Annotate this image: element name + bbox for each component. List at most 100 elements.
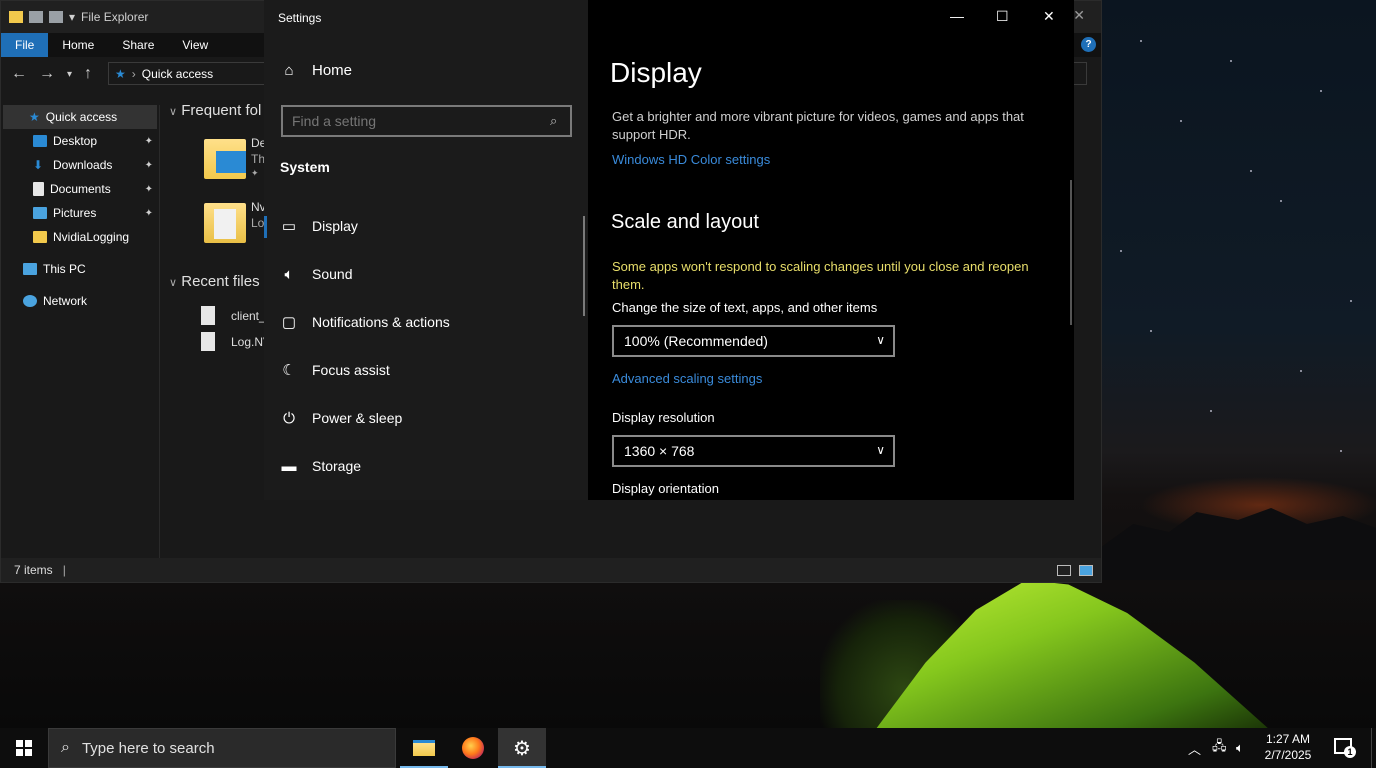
- settings-nav-storage[interactable]: ▬ Storage: [264, 442, 584, 490]
- nav-label: Sound: [312, 266, 353, 282]
- settings-window: Settings ⌂ Home ⌕ System ▭ Display 🔈︎ So…: [264, 0, 1074, 500]
- tab-view[interactable]: View: [168, 33, 222, 57]
- chevron-down-icon: ∨: [169, 277, 178, 289]
- home-label: Home: [312, 62, 353, 79]
- folder-location: Th: [251, 152, 266, 166]
- nav-label: Documents: [50, 182, 111, 196]
- nav-label: NvidiaLogging: [53, 230, 130, 244]
- scale-selected-value: 100% (Recommended): [624, 333, 768, 349]
- nav-desktop[interactable]: Desktop ✦: [1, 129, 159, 153]
- file-icon[interactable]: [201, 332, 215, 351]
- new-folder-icon[interactable]: [49, 11, 63, 23]
- nav-documents[interactable]: Documents ✦: [1, 177, 159, 201]
- maximize-icon[interactable]: ☐: [996, 8, 1009, 25]
- breadcrumb-chevron-icon: ›: [131, 66, 136, 81]
- taskbar-clock[interactable]: 1:27 AM 2/7/2025: [1262, 731, 1314, 763]
- settings-nav-sound[interactable]: 🔈︎ Sound: [264, 250, 584, 298]
- taskbar-search-box[interactable]: ⌕ Type here to search: [48, 728, 396, 768]
- chevron-down-icon: ∨: [876, 333, 885, 347]
- resolution-dropdown[interactable]: 1360 × 768 ∨: [612, 435, 895, 467]
- nav-network[interactable]: Network: [1, 289, 159, 313]
- nav-label: Downloads: [53, 158, 113, 172]
- speaker-muted-icon: 🔈︎: [1236, 740, 1244, 755]
- tab-file[interactable]: File: [1, 33, 49, 57]
- windows-hd-color-link[interactable]: Windows HD Color settings: [612, 152, 770, 167]
- moon-icon: ☾: [282, 362, 296, 379]
- volume-tray-icon[interactable]: 🔈︎: [1236, 728, 1244, 768]
- nav-label: Network: [43, 294, 88, 308]
- taskbar: ⌕ Type here to search ⚙ ︿ 🖧︎ 🔈︎ 1:27 AM …: [0, 728, 1376, 768]
- settings-nav-notifications[interactable]: ▢ Notifications & actions: [264, 298, 584, 346]
- nav-pictures[interactable]: Pictures ✦: [1, 201, 159, 225]
- large-icons-view-icon[interactable]: [1079, 565, 1093, 576]
- taskbar-app-firefox[interactable]: [449, 728, 497, 768]
- back-arrow-icon[interactable]: ←: [11, 65, 27, 83]
- minimize-icon[interactable]: —: [950, 8, 964, 24]
- folder-location: Lo: [251, 216, 265, 230]
- network-icon: [23, 295, 37, 307]
- find-setting-input[interactable]: [281, 105, 572, 137]
- scale-layout-heading: Scale and layout: [611, 211, 759, 233]
- nav-nvidialogging[interactable]: NvidiaLogging: [1, 225, 159, 249]
- star-icon: ★: [115, 66, 126, 81]
- chevron-down-icon[interactable]: ▾: [69, 10, 75, 24]
- content-scrollbar[interactable]: [1070, 180, 1072, 325]
- help-icon[interactable]: ?: [1081, 37, 1096, 52]
- forward-arrow-icon[interactable]: →: [39, 65, 55, 83]
- nav-this-pc[interactable]: This PC: [1, 257, 159, 281]
- chevron-down-icon: ∨: [876, 443, 885, 457]
- settings-nav-display[interactable]: ▭ Display: [264, 202, 584, 250]
- settings-home-link[interactable]: ⌂ Home: [280, 62, 352, 79]
- network-tray-icon[interactable]: 🖧︎: [1212, 728, 1227, 768]
- pin-icon: ✦: [251, 168, 259, 178]
- frequent-folders-header[interactable]: ∨ Frequent fol: [169, 102, 261, 119]
- file-icon[interactable]: [201, 306, 215, 325]
- show-hidden-icons[interactable]: ︿: [1188, 728, 1201, 768]
- tab-home[interactable]: Home: [48, 33, 108, 57]
- action-center-icon[interactable]: 1: [1334, 738, 1356, 758]
- search-placeholder: Type here to search: [81, 739, 215, 757]
- address-bar[interactable]: ★ › Quick access: [108, 62, 268, 85]
- start-button[interactable]: [0, 728, 48, 768]
- star: [1150, 330, 1152, 332]
- advanced-scaling-link[interactable]: Advanced scaling settings: [612, 371, 762, 386]
- pin-icon: ✦: [144, 159, 153, 171]
- nav-label: Display: [312, 218, 358, 234]
- nav-downloads[interactable]: ⬇ Downloads ✦: [1, 153, 159, 177]
- scale-label: Change the size of text, apps, and other…: [612, 300, 878, 315]
- settings-nav-power-sleep[interactable]: ⏻ Power & sleep: [264, 394, 584, 442]
- up-arrow-icon[interactable]: ↑: [84, 65, 92, 83]
- close-icon[interactable]: ✕: [1043, 8, 1055, 25]
- star: [1280, 200, 1282, 202]
- star: [1350, 300, 1352, 302]
- recent-files-header[interactable]: ∨ Recent files: [169, 273, 260, 290]
- nav-quick-access[interactable]: ★ Quick access: [3, 105, 157, 129]
- recent-locations-icon[interactable]: ▾: [67, 69, 72, 80]
- folder-tile-icon[interactable]: [204, 139, 246, 179]
- star: [1140, 40, 1142, 42]
- taskbar-app-settings[interactable]: ⚙: [498, 728, 546, 768]
- star: [1210, 410, 1212, 412]
- search-icon[interactable]: ⌕: [550, 113, 557, 129]
- settings-window-title: Settings: [278, 11, 322, 25]
- resolution-label: Display resolution: [612, 410, 715, 425]
- sidebar-scrollbar[interactable]: [583, 216, 585, 316]
- show-desktop-button[interactable]: [1371, 728, 1376, 768]
- folder-tile-icon[interactable]: [204, 203, 246, 243]
- taskbar-app-file-explorer[interactable]: [400, 728, 448, 768]
- speaker-icon: 🔈︎: [284, 265, 294, 283]
- nav-label: Power & sleep: [312, 410, 403, 426]
- scale-dropdown[interactable]: 100% (Recommended) ∨: [612, 325, 895, 357]
- star: [1250, 170, 1252, 172]
- details-view-icon[interactable]: [1057, 565, 1071, 576]
- recent-file-name[interactable]: client_: [231, 309, 266, 323]
- hdr-description: Get a brighter and more vibrant picture …: [612, 109, 1024, 142]
- wallpaper-mountains: [1100, 508, 1376, 580]
- settings-nav-focus-assist[interactable]: ☾ Focus assist: [264, 346, 584, 394]
- close-icon[interactable]: ✕: [1073, 7, 1085, 24]
- notification-count-badge: 1: [1344, 746, 1356, 758]
- properties-icon[interactable]: [29, 11, 43, 23]
- tab-share[interactable]: Share: [108, 33, 168, 57]
- status-divider: |: [62, 563, 66, 577]
- home-icon: ⌂: [284, 62, 294, 79]
